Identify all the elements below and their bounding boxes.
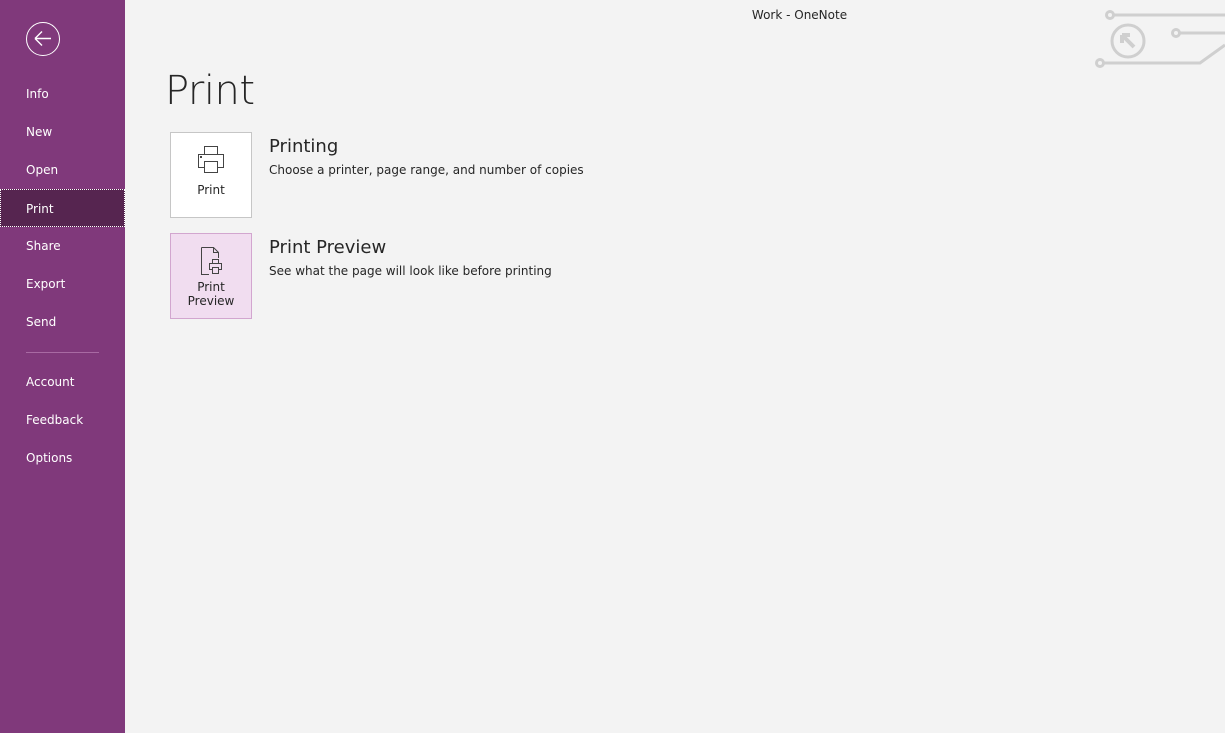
window-title: Work - OneNote — [751, 8, 848, 22]
page-title: Print — [165, 68, 255, 114]
print-button[interactable]: Print — [170, 132, 252, 218]
sidebar-item-print[interactable]: Print — [0, 189, 125, 227]
print-preview-label-line1: Print — [197, 280, 225, 294]
sidebar-item-info[interactable]: Info — [0, 75, 125, 113]
printer-icon — [198, 146, 224, 173]
printing-heading: Printing — [269, 136, 339, 157]
back-arrow-icon — [34, 31, 51, 46]
back-button[interactable] — [26, 22, 60, 56]
print-button-label: Print — [197, 183, 225, 197]
print-preview-description: See what the page will look like before … — [269, 264, 552, 278]
backstage-sidebar: Info New Open Print Share Export Send Ac… — [0, 0, 125, 733]
sidebar-item-share[interactable]: Share — [0, 227, 125, 265]
sidebar-item-options[interactable]: Options — [0, 439, 125, 477]
sidebar-divider — [26, 352, 99, 353]
sidebar-item-open[interactable]: Open — [0, 151, 125, 189]
sidebar-item-export[interactable]: Export — [0, 265, 125, 303]
circuit-decoration-icon — [1095, 10, 1225, 68]
sidebar-item-new[interactable]: New — [0, 113, 125, 151]
print-preview-heading: Print Preview — [269, 237, 387, 258]
sidebar-item-feedback[interactable]: Feedback — [0, 401, 125, 439]
sidebar-item-account[interactable]: Account — [0, 363, 125, 401]
printing-description: Choose a printer, page range, and number… — [269, 163, 584, 177]
print-preview-label-line2: Preview — [187, 294, 235, 308]
print-preview-button[interactable]: Print Preview — [170, 233, 252, 319]
sidebar-item-send[interactable]: Send — [0, 303, 125, 341]
print-preview-icon — [201, 247, 222, 275]
